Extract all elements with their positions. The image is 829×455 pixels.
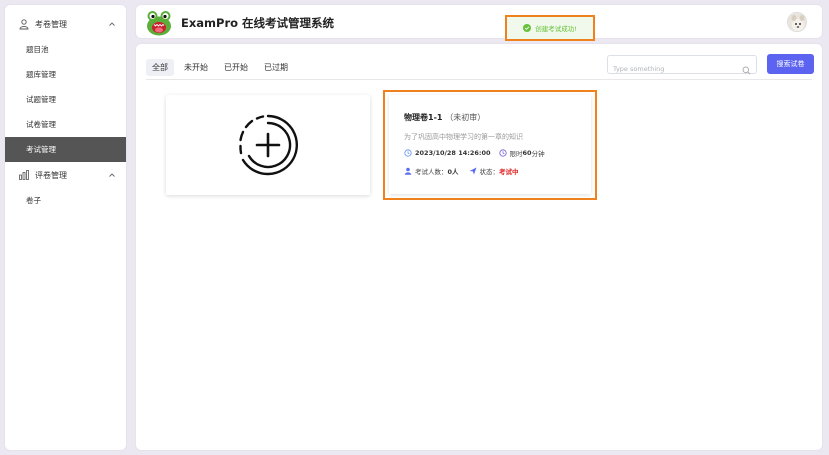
user-avatar[interactable] [787,12,807,32]
exam-stats-row: 考试人数： 0人 状态： 考试中 [404,166,591,176]
exam-card[interactable]: 物理卷1-1 （未初审） 为了巩固高中物理学习的第一章的知识 2023/10/2… [383,90,597,200]
tab-not-started[interactable]: 未开始 [178,59,214,76]
clock-icon [498,149,507,157]
sidebar-item-papers[interactable]: 卷子 [5,188,126,213]
top-header: ExamPro 在线考试管理系统 创建考试成功! [135,4,823,41]
bar-chart-icon [18,169,30,181]
frog-logo-icon [146,9,172,36]
check-circle-icon [523,24,532,32]
tab-started[interactable]: 已开始 [218,59,254,76]
search-icon[interactable] [742,60,751,75]
search-exam-button[interactable]: 搜索试卷 [767,54,814,74]
person-icon [404,167,412,175]
participants-value: 0人 [447,168,459,176]
send-icon [469,167,477,175]
tab-all[interactable]: 全部 [146,59,174,76]
sidebar-item-exam-management[interactable]: 考试管理 [5,137,126,162]
sidebar-item-question-bank[interactable]: 题库管理 [5,62,126,87]
main-panel: 全部 未开始 已开始 已过期 搜索试卷 物理卷1-1 （未初审） 为了巩固高中物… [135,43,823,451]
exam-title: 物理卷1-1 （未初审） [404,113,486,122]
time-limit-unit: 分钟 [531,150,545,158]
exam-time-row: 2023/10/28 14:26:00 限时 60 分钟 [404,148,591,158]
participants-label: 考试人数： [415,168,448,176]
chevron-up-icon [108,20,116,28]
sidebar-item-question-pool[interactable]: 题目池 [5,37,126,62]
add-exam-card[interactable] [166,95,370,195]
status-label: 状态： [479,168,500,176]
user-icon [18,18,30,30]
success-toast: 创建考试成功! [505,15,595,41]
calendar-icon [404,149,412,157]
app-title: ExamPro 在线考试管理系统 [181,16,335,30]
time-limit-value: 60 [522,149,532,157]
exam-description: 为了巩固高中物理学习的第一章的知识 [404,133,523,141]
review-status: （未初审） [445,113,486,122]
chevron-up-icon [108,171,116,179]
tab-expired[interactable]: 已过期 [258,59,294,76]
nav-group-grading-management[interactable]: 评卷管理 [5,162,126,188]
search-input[interactable] [613,60,738,78]
sidebar: 考卷管理 题目池 题库管理 试题管理 试卷管理 考试管理 评卷管理 卷子 [4,4,127,451]
toast-message: 创建考试成功! [535,25,577,33]
add-circle-icon [239,114,299,176]
status-badge: 考试中 [499,168,519,176]
time-limit-prefix: 限时 [509,150,523,158]
search-box [607,55,757,78]
sidebar-item-paper-management[interactable]: 试卷管理 [5,112,126,137]
nav-group-exam-paper-management[interactable]: 考卷管理 [5,11,126,37]
sidebar-item-question-management[interactable]: 试题管理 [5,87,126,112]
exam-date: 2023/10/28 14:26:00 [415,149,491,157]
